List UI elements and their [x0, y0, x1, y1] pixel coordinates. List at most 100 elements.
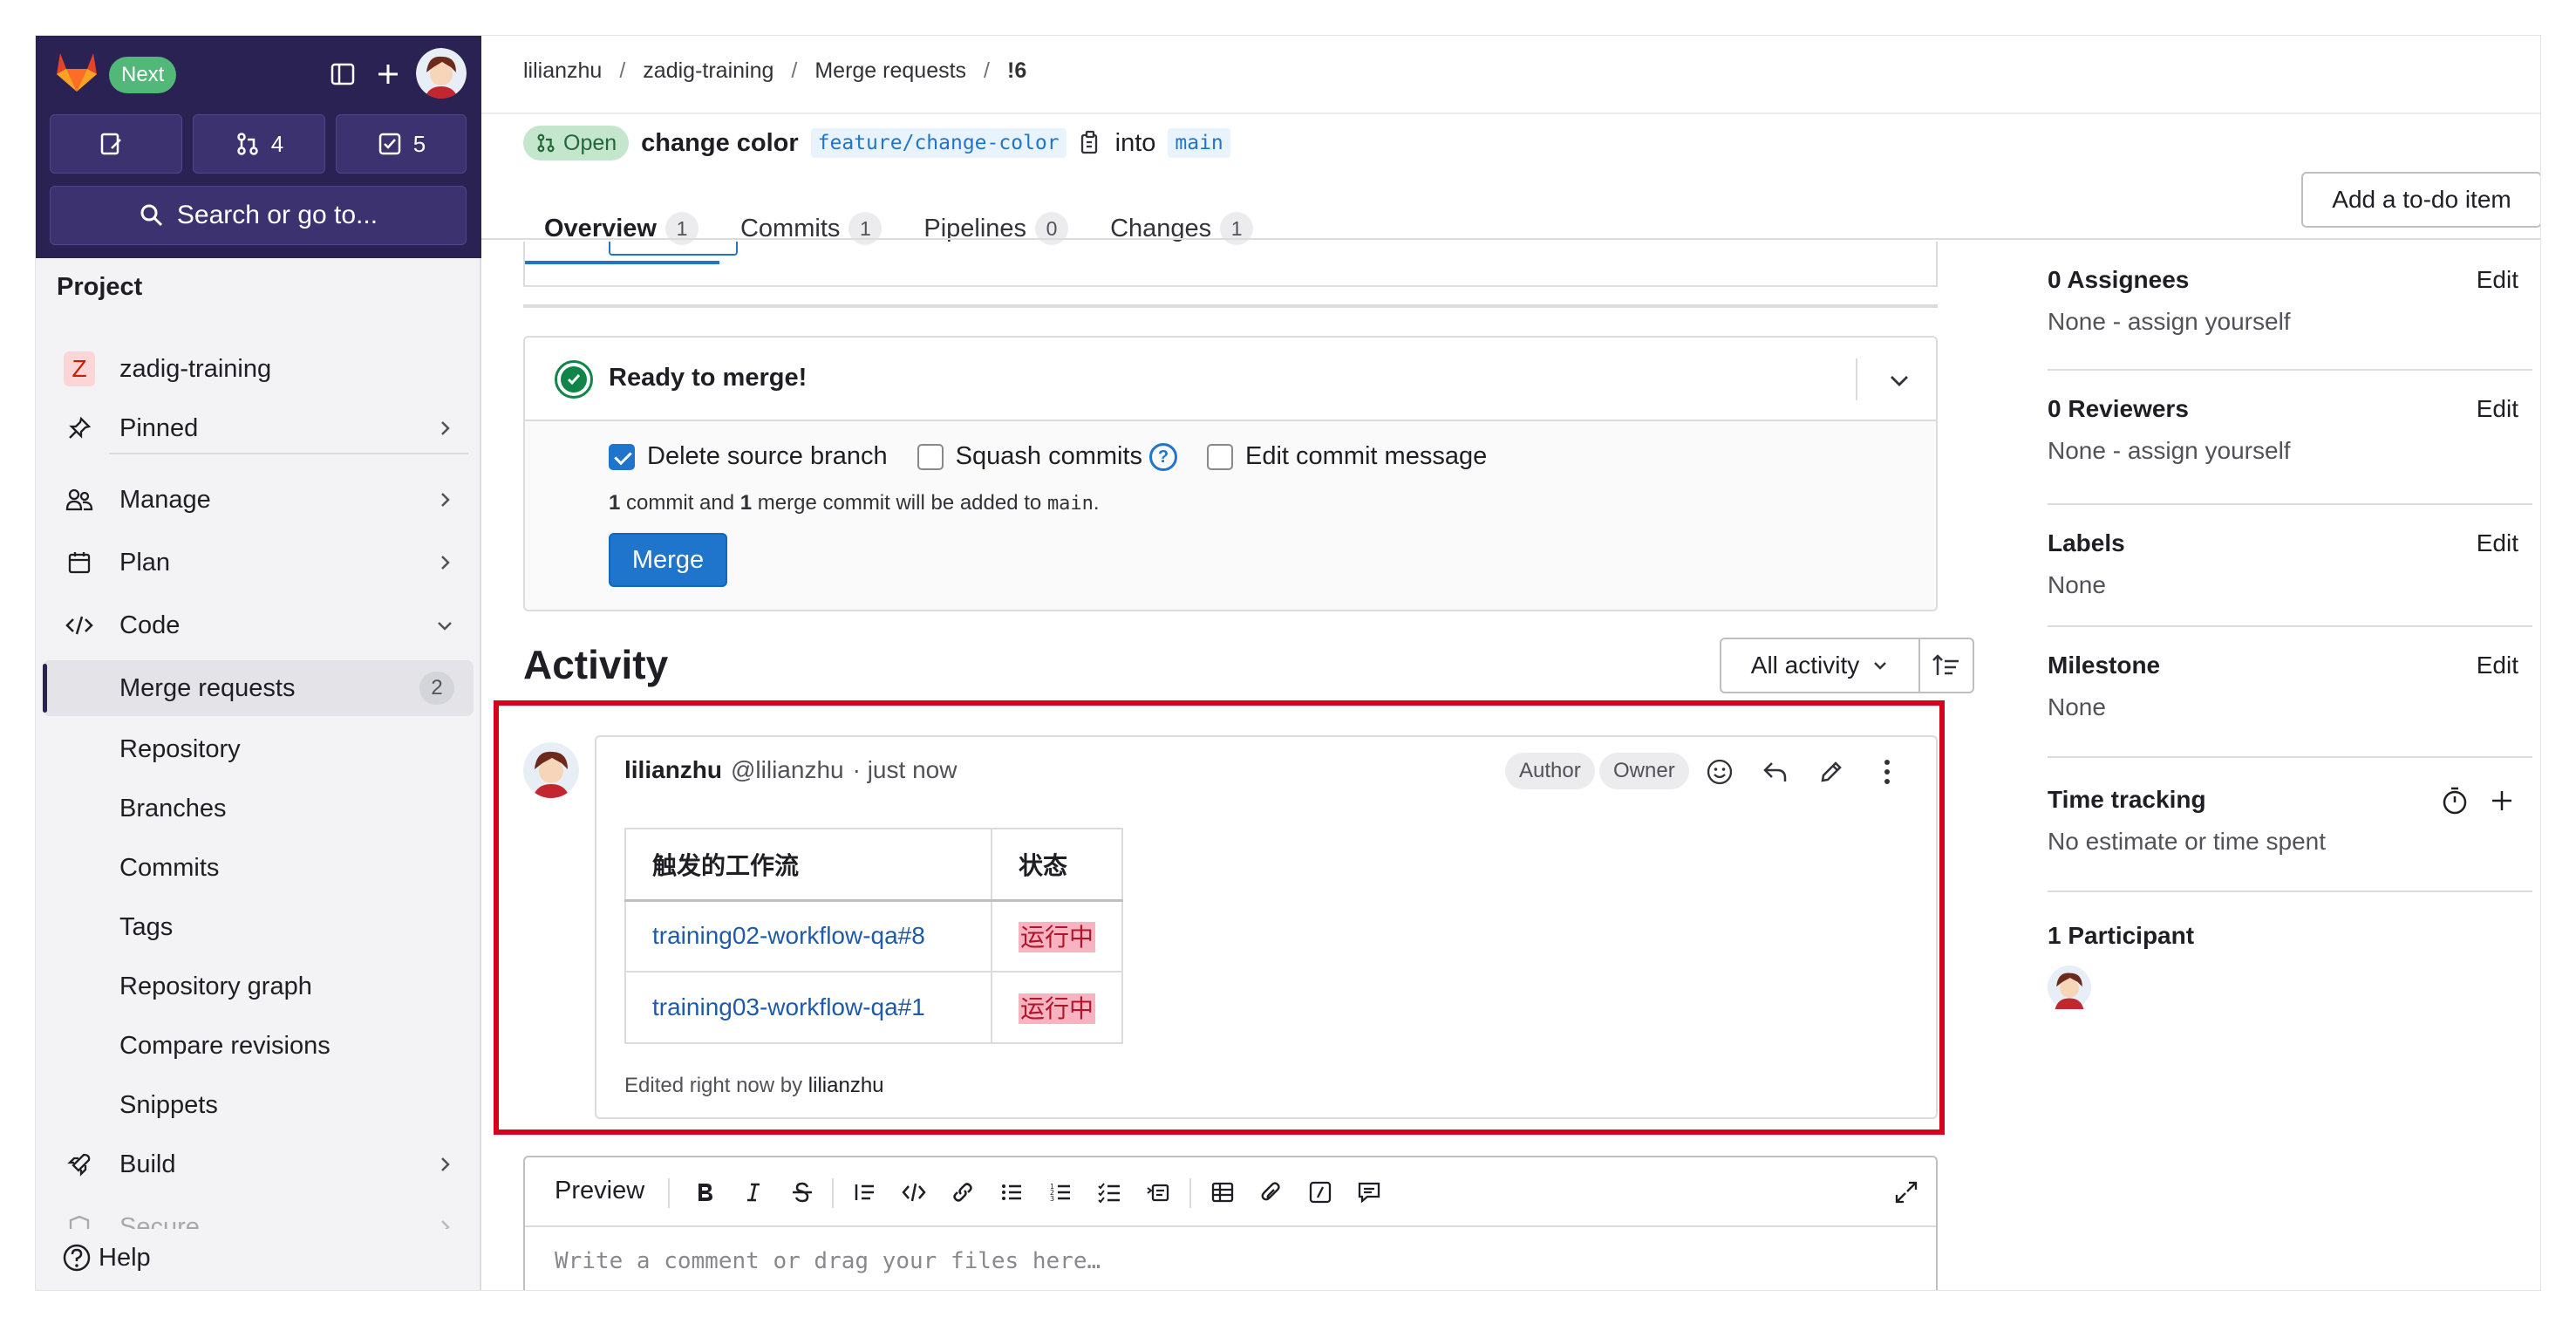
squash-commits-label: Squash commits [955, 442, 1143, 470]
target-branch[interactable]: main [1168, 128, 1230, 158]
plus-icon[interactable] [369, 55, 407, 93]
chevron-down-icon[interactable] [1887, 369, 1912, 393]
delete-source-branch-checkbox[interactable] [609, 443, 635, 470]
quote-icon[interactable] [849, 1177, 881, 1208]
gitlab-logo-icon[interactable] [53, 48, 100, 95]
check-circle-icon [555, 360, 593, 399]
fullscreen-icon[interactable] [1891, 1177, 1922, 1208]
task-list-icon[interactable] [1094, 1177, 1125, 1208]
sidebar-item-plan[interactable]: Plan [43, 535, 474, 590]
strikethrough-icon[interactable] [787, 1177, 818, 1208]
comment-template-icon[interactable] [1353, 1177, 1385, 1208]
assignees-section: 0 Assignees Edit None - assign yourself [2048, 266, 2532, 336]
chevron-down-icon [438, 622, 452, 631]
squash-commits-option[interactable]: Squash commits ? [917, 442, 1178, 471]
into-label: into [1114, 128, 1156, 157]
labels-title: Labels [2048, 529, 2125, 556]
italic-icon[interactable] [738, 1177, 769, 1208]
question-icon[interactable]: ? [1149, 442, 1178, 471]
sidebar-item-label: Commits [119, 853, 220, 882]
sidebar-item-manage[interactable]: Manage [43, 472, 474, 528]
add-todo-button[interactable]: Add a to-do item [2301, 172, 2540, 228]
quick-actions-icon[interactable] [1305, 1177, 1336, 1208]
sidebar-item-project[interactable]: Z zadig-training [43, 341, 474, 397]
breadcrumb-user[interactable]: lilianzhu [523, 58, 602, 84]
comment-editor: Preview 123 Write a comment or drag your… [523, 1156, 1938, 1290]
sidebar-item-branches[interactable]: Branches [43, 781, 474, 836]
panel-divider [2048, 369, 2532, 371]
stopwatch-icon[interactable] [2440, 786, 2470, 816]
issues-counter-button[interactable] [50, 114, 182, 174]
merge-widget: Ready to merge! Delete source branch Squ… [523, 336, 1938, 611]
labels-edit-button[interactable]: Edit [2477, 529, 2518, 557]
sort-order-button[interactable] [1918, 638, 1974, 693]
sidebar-item-build[interactable]: Build [43, 1136, 474, 1192]
highlight-box [494, 700, 1945, 1135]
sidebar-toggle-icon[interactable] [324, 55, 362, 93]
attachment-icon[interactable] [1256, 1177, 1287, 1208]
project-avatar: Z [64, 351, 95, 386]
merge-commit-count: 1 [739, 491, 753, 515]
sidebar-item-repository-graph[interactable]: Repository graph [43, 959, 474, 1014]
breadcrumb-current[interactable]: !6 [1007, 58, 1026, 84]
bold-icon[interactable] [689, 1177, 720, 1208]
approve-button-partial[interactable] [609, 242, 738, 256]
merge-button[interactable]: Merge [609, 533, 727, 587]
project-heading: Project [57, 273, 143, 301]
sidebar-item-tags[interactable]: Tags [43, 899, 474, 955]
tab-count: 1 [1220, 212, 1254, 245]
search-button[interactable]: Search or go to... [50, 186, 467, 245]
plus-icon[interactable] [2489, 788, 2515, 814]
squash-commits-checkbox[interactable] [917, 443, 944, 470]
sidebar-item-label: Compare revisions [119, 1031, 331, 1060]
comment-textarea[interactable]: Write a comment or drag your files here… [555, 1248, 1101, 1274]
sidebar-item-pinned[interactable]: Pinned [43, 400, 474, 456]
milestone-edit-button[interactable]: Edit [2477, 652, 2518, 679]
edit-commit-message-option[interactable]: Edit commit message [1207, 442, 1487, 471]
next-badge[interactable]: Next [109, 57, 177, 93]
merge-requests-count-badge: 2 [419, 672, 454, 705]
source-branch[interactable]: feature/change-color [810, 128, 1067, 158]
time-tracking-section: Time tracking No estimate or time spent [2048, 786, 2532, 856]
sidebar-item-commits[interactable]: Commits [43, 840, 474, 896]
sidebar-item-snippets[interactable]: Snippets [43, 1077, 474, 1133]
todos-counter-button[interactable]: 5 [336, 114, 467, 174]
sidebar-item-compare-revisions[interactable]: Compare revisions [43, 1018, 474, 1074]
breadcrumb-project[interactable]: zadig-training [643, 58, 773, 84]
panel-divider [2048, 891, 2532, 892]
assignees-edit-button[interactable]: Edit [2477, 266, 2518, 294]
participant-avatar[interactable] [2048, 966, 2091, 1009]
sidebar-item-code[interactable]: Code [43, 597, 474, 653]
reviewers-value[interactable]: None - assign yourself [2048, 437, 2532, 465]
toolbar-separator [1189, 1178, 1191, 1208]
code-icon[interactable] [898, 1177, 930, 1208]
merge-status-text: Ready to merge! [609, 364, 808, 392]
reviewers-edit-button[interactable]: Edit [2477, 395, 2518, 423]
bullet-list-icon[interactable] [996, 1177, 1027, 1208]
sidebar-item-label: Plan [119, 548, 171, 577]
collapsible-section-icon[interactable] [1142, 1177, 1174, 1208]
sidebar-item-label: Repository graph [119, 972, 312, 1000]
assignees-title: 0 Assignees [2048, 266, 2190, 293]
sidebar-item-repository[interactable]: Repository [43, 721, 474, 777]
sidebar-item-merge-requests[interactable]: Merge requests 2 [43, 660, 474, 716]
activity-filter-dropdown[interactable]: All activity [1720, 638, 1920, 693]
merge-request-open-icon [537, 133, 555, 153]
sort-icon [1932, 654, 1959, 675]
help-label: Help [99, 1243, 151, 1272]
help-button[interactable]: Help [62, 1243, 151, 1273]
users-icon [64, 484, 95, 515]
assignees-value[interactable]: None - assign yourself [2048, 308, 2532, 336]
edit-commit-message-checkbox[interactable] [1207, 443, 1234, 470]
participants-title: 1 Participant [2048, 922, 2195, 949]
copy-icon[interactable] [1079, 130, 1103, 156]
delete-source-branch-option[interactable]: Delete source branch [609, 442, 888, 471]
table-icon[interactable] [1207, 1177, 1238, 1208]
svg-text:3: 3 [1050, 1195, 1054, 1203]
numbered-list-icon[interactable]: 123 [1045, 1177, 1076, 1208]
link-icon[interactable] [947, 1177, 978, 1208]
merge-requests-counter-button[interactable]: 4 [193, 114, 325, 174]
breadcrumb-section[interactable]: Merge requests [814, 58, 966, 84]
preview-tab[interactable]: Preview [555, 1177, 644, 1205]
user-avatar[interactable] [416, 48, 467, 99]
